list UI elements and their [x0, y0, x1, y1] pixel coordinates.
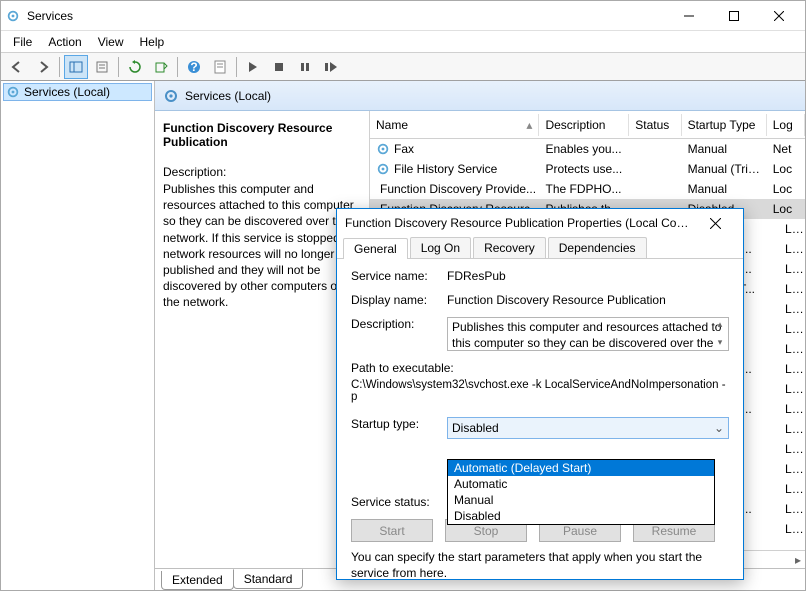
tree-root[interactable]: Services (Local)	[3, 83, 152, 101]
pane-header: Services (Local)	[155, 81, 805, 111]
menu-help[interactable]: Help	[132, 33, 173, 51]
start-service-button[interactable]	[241, 55, 265, 79]
menu-action[interactable]: Action	[40, 33, 89, 51]
service-name-label: Service name:	[351, 269, 447, 283]
dialog-title: Function Discovery Resource Publication …	[345, 216, 695, 230]
col-logon[interactable]: Log	[767, 114, 805, 136]
separator	[118, 57, 119, 77]
service-icon	[376, 162, 390, 176]
restart-service-button[interactable]	[319, 55, 343, 79]
properties-dialog: Function Discovery Resource Publication …	[336, 208, 744, 580]
nav-tree: Services (Local)	[1, 81, 155, 590]
service-icon	[376, 142, 390, 156]
start-button[interactable]: Start	[351, 519, 433, 542]
col-description[interactable]: Description	[539, 114, 629, 136]
tab-dependencies[interactable]: Dependencies	[548, 237, 647, 258]
dialog-desc-box: Publishes this computer and resources at…	[447, 317, 729, 351]
properties-button[interactable]	[90, 55, 114, 79]
service-name-value: FDResPub	[447, 269, 729, 283]
scroll-right-icon: ▸	[795, 553, 801, 567]
export-button[interactable]	[149, 55, 173, 79]
dropdown-option-auto[interactable]: Automatic	[448, 476, 714, 492]
sort-asc-icon: ▴	[526, 118, 532, 132]
description-label: Description:	[163, 165, 361, 179]
col-startup[interactable]: Startup Type	[682, 114, 767, 136]
chevron-down-icon: ⌄	[714, 421, 724, 435]
tab-extended[interactable]: Extended	[161, 571, 234, 590]
col-status[interactable]: Status	[629, 114, 681, 136]
dialog-titlebar: Function Discovery Resource Publication …	[337, 209, 743, 237]
separator	[236, 57, 237, 77]
dropdown-option-manual[interactable]: Manual	[448, 492, 714, 508]
dropdown-option-auto-delayed[interactable]: Automatic (Delayed Start)	[448, 460, 714, 476]
maximize-button[interactable]	[711, 1, 756, 30]
selected-service-title: Function Discovery Resource Publication	[163, 121, 361, 149]
refresh-button[interactable]	[123, 55, 147, 79]
services-icon	[6, 85, 20, 99]
menubar: File Action View Help	[1, 31, 805, 53]
table-row[interactable]: File History ServiceProtects use...Manua…	[370, 159, 805, 179]
toolbar: ?	[1, 53, 805, 81]
services-icon	[163, 88, 179, 104]
dialog-desc-text: Publishes this computer and resources at…	[452, 320, 721, 350]
tab-recovery[interactable]: Recovery	[473, 237, 546, 258]
dialog-body: Service name: FDResPub Display name: Fun…	[337, 259, 743, 591]
back-button[interactable]	[5, 55, 29, 79]
startup-type-combo[interactable]: Disabled ⌄	[447, 417, 729, 439]
desc-scrollbar[interactable]: ▴▾	[712, 318, 728, 350]
col-name[interactable]: Name▴	[370, 114, 539, 136]
scroll-up-icon: ▴	[712, 318, 728, 332]
separator	[59, 57, 60, 77]
tab-general[interactable]: General	[343, 238, 408, 259]
display-name-label: Display name:	[351, 293, 447, 307]
pause-service-button[interactable]	[293, 55, 317, 79]
close-button[interactable]	[756, 1, 801, 30]
tab-standard[interactable]: Standard	[233, 569, 304, 589]
table-row[interactable]: FaxEnables you...ManualNet	[370, 139, 805, 159]
dialog-close-button[interactable]	[695, 209, 735, 237]
dropdown-option-disabled[interactable]: Disabled	[448, 508, 714, 524]
tree-root-label: Services (Local)	[24, 85, 110, 99]
start-params-hint: You can specify the start parameters tha…	[351, 550, 729, 581]
window-title: Services	[27, 9, 666, 23]
dialog-desc-label: Description:	[351, 317, 447, 331]
svg-text:?: ?	[190, 60, 197, 74]
path-value: C:\Windows\system32\svchost.exe -k Local…	[351, 379, 729, 403]
path-label: Path to executable:	[351, 361, 729, 375]
list-header: Name▴ Description Status Startup Type Lo…	[370, 111, 805, 139]
help-button[interactable]: ?	[182, 55, 206, 79]
display-name-value: Function Discovery Resource Publication	[447, 293, 729, 307]
forward-button[interactable]	[31, 55, 55, 79]
table-row[interactable]: Function Discovery Provide...The FDPHO..…	[370, 179, 805, 199]
stop-service-button[interactable]	[267, 55, 291, 79]
scroll-down-icon: ▾	[712, 336, 728, 350]
menu-file[interactable]: File	[5, 33, 40, 51]
dialog-tabs: General Log On Recovery Dependencies	[337, 237, 743, 259]
tab-logon[interactable]: Log On	[410, 237, 471, 258]
startup-type-dropdown: Automatic (Delayed Start) Automatic Manu…	[447, 459, 715, 525]
startup-type-value: Disabled	[452, 421, 499, 435]
description-text: Publishes this computer and resources at…	[163, 181, 361, 311]
services-icon	[5, 8, 21, 24]
properties-sheet-button[interactable]	[208, 55, 232, 79]
window-buttons	[666, 1, 801, 30]
show-hide-tree-button[interactable]	[64, 55, 88, 79]
titlebar: Services	[1, 1, 805, 31]
menu-view[interactable]: View	[90, 33, 132, 51]
startup-type-label: Startup type:	[351, 417, 447, 431]
service-status-label: Service status:	[351, 495, 447, 509]
pane-title: Services (Local)	[185, 89, 271, 103]
separator	[177, 57, 178, 77]
minimize-button[interactable]	[666, 1, 711, 30]
